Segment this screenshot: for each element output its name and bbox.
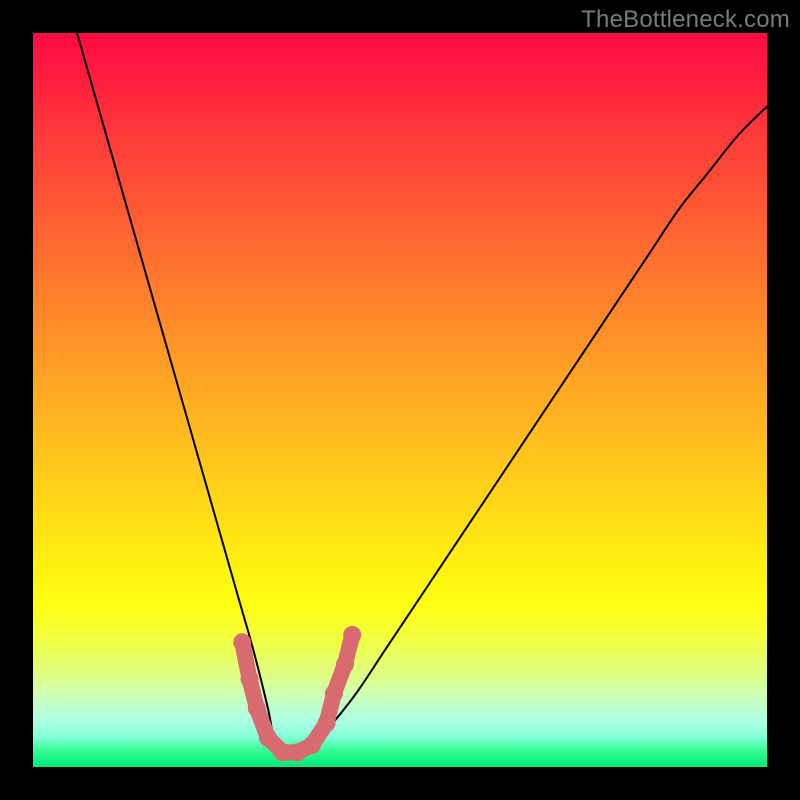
marker-dot bbox=[343, 626, 361, 644]
chart-frame: TheBottleneck.com bbox=[0, 0, 800, 800]
chart-svg bbox=[33, 33, 767, 767]
watermark-text: TheBottleneck.com bbox=[581, 6, 790, 34]
marker-dot bbox=[233, 633, 251, 651]
marker-dot bbox=[248, 699, 266, 717]
marker-dot bbox=[259, 729, 277, 747]
marker-dot bbox=[241, 670, 259, 688]
marker-dot bbox=[336, 655, 354, 673]
marker-dot bbox=[325, 685, 343, 703]
marker-dot bbox=[318, 714, 336, 732]
bottleneck-curve bbox=[77, 33, 767, 753]
chart-plot-area bbox=[33, 33, 767, 767]
marker-dot bbox=[303, 736, 321, 754]
